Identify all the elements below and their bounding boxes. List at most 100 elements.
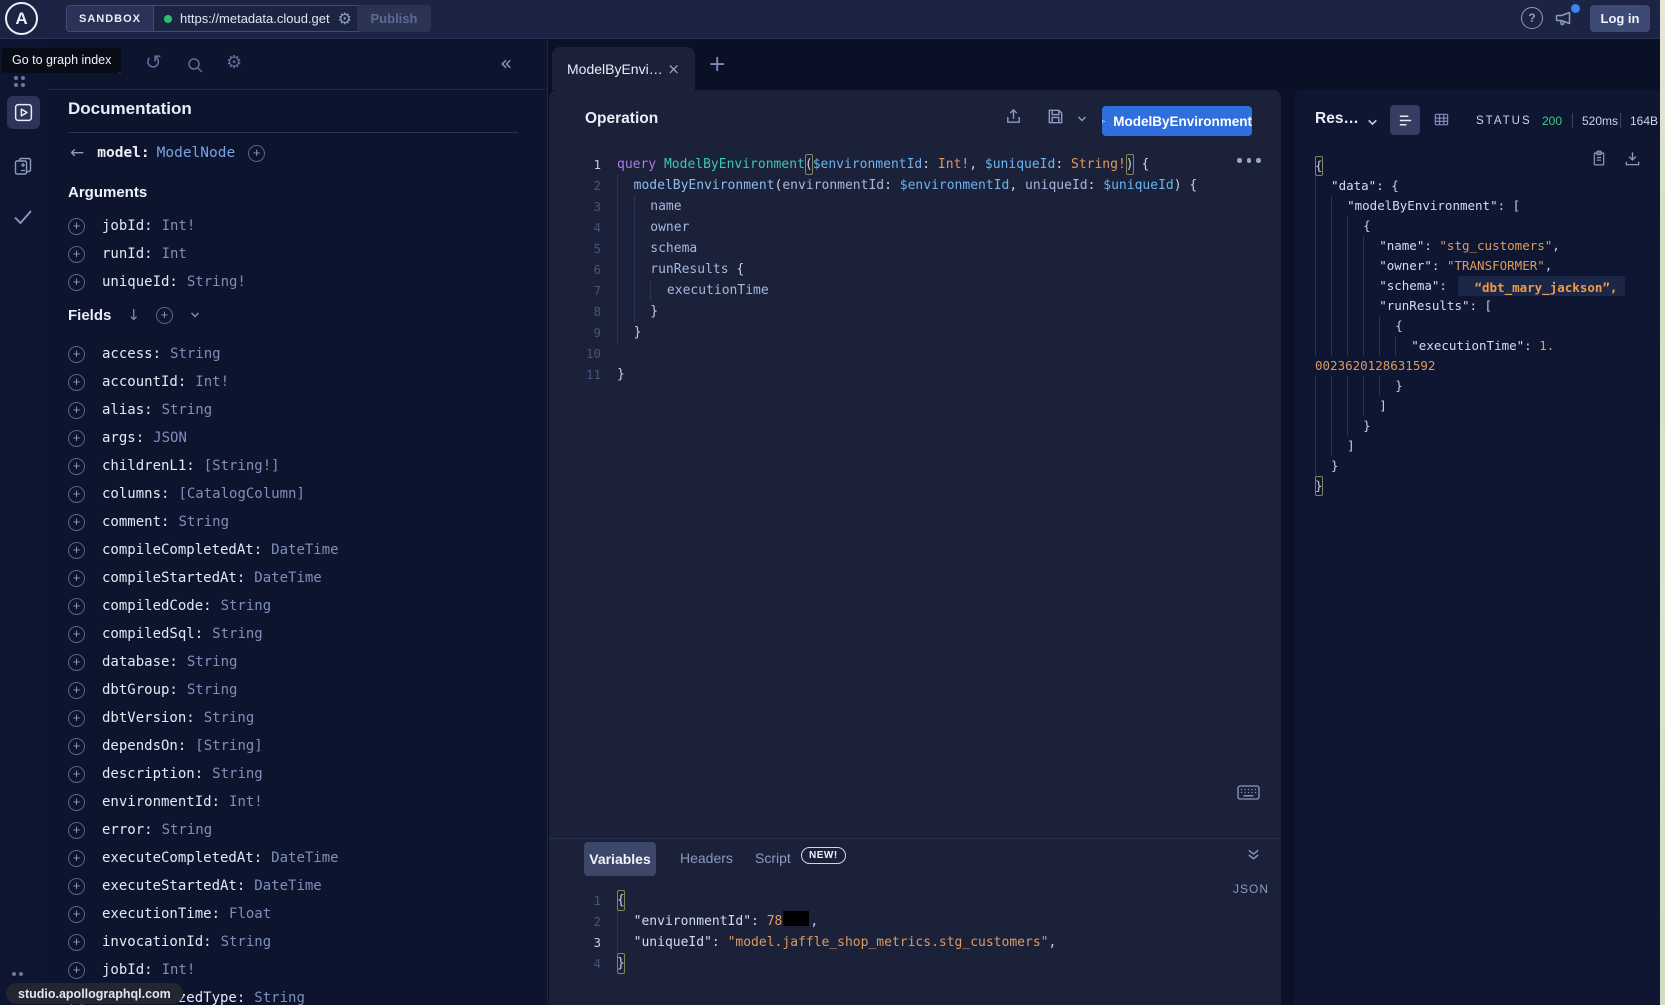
sidebar-item-explorer[interactable]: [7, 96, 40, 129]
endpoint-settings-gear-icon[interactable]: ⚙: [338, 9, 352, 28]
field-type[interactable]: DateTime: [254, 570, 321, 586]
add-type-icon[interactable]: +: [248, 145, 265, 162]
add-field-icon[interactable]: +: [68, 962, 85, 979]
field-name[interactable]: compiledCode:: [102, 598, 212, 614]
field-name[interactable]: args:: [102, 430, 144, 446]
add-field-icon[interactable]: +: [68, 218, 85, 235]
close-tab-icon[interactable]: ×: [667, 60, 680, 78]
field-type[interactable]: String: [212, 626, 263, 642]
tab-variables[interactable]: Variables: [584, 842, 656, 876]
endpoint-url[interactable]: https://metadata.cloud.get: [180, 11, 330, 26]
field-name[interactable]: dbtGroup:: [102, 682, 178, 698]
add-field-icon[interactable]: +: [68, 458, 85, 475]
graphql-editor[interactable]: 1query ModelByEnvironment($environmentId…: [549, 154, 1281, 385]
field-name[interactable]: alias:: [102, 402, 153, 418]
field-type[interactable]: String: [178, 514, 229, 530]
add-field-icon[interactable]: +: [68, 570, 85, 587]
field-type[interactable]: String: [162, 402, 213, 418]
field-type[interactable]: [String!]: [204, 458, 280, 474]
field-name[interactable]: childrenL1:: [102, 458, 195, 474]
field-type[interactable]: JSON: [153, 430, 187, 446]
response-dropdown-chevron-icon[interactable]: [1366, 116, 1379, 129]
add-field-icon[interactable]: +: [68, 374, 85, 391]
field-name[interactable]: error:: [102, 822, 153, 838]
field-name[interactable]: accountId:: [102, 374, 186, 390]
add-field-icon[interactable]: +: [68, 598, 85, 615]
apollo-logo[interactable]: A: [5, 2, 38, 35]
chevron-down-icon[interactable]: [189, 309, 201, 321]
add-field-icon[interactable]: +: [68, 346, 85, 363]
new-tab-icon[interactable]: +: [708, 52, 726, 77]
add-field-icon[interactable]: +: [68, 430, 85, 447]
table-view-toggle[interactable]: [1433, 111, 1450, 128]
field-name[interactable]: executeCompletedAt:: [102, 850, 262, 866]
field-type[interactable]: Int: [162, 246, 187, 262]
tab-script[interactable]: Script: [755, 850, 791, 866]
field-name[interactable]: jobId:: [102, 218, 153, 234]
field-type[interactable]: String: [204, 710, 255, 726]
add-field-icon[interactable]: +: [68, 486, 85, 503]
sidebar-item-schema[interactable]: [13, 156, 33, 176]
save-menu-chevron-icon[interactable]: [1076, 113, 1088, 125]
add-field-icon[interactable]: +: [68, 246, 85, 263]
search-icon[interactable]: [186, 56, 204, 74]
login-button[interactable]: Log in: [1590, 5, 1650, 32]
field-name[interactable]: description:: [102, 766, 203, 782]
keyboard-shortcuts-icon[interactable]: [1237, 785, 1260, 800]
collapse-panel-icon[interactable]: «: [500, 51, 512, 75]
collapse-variables-icon[interactable]: [1246, 847, 1261, 862]
tab-headers[interactable]: Headers: [680, 850, 733, 866]
editor-menu-dots-icon[interactable]: [1237, 158, 1261, 163]
field-name[interactable]: environmentId:: [102, 794, 220, 810]
copy-response-icon[interactable]: [1591, 150, 1607, 167]
add-field-icon[interactable]: +: [68, 682, 85, 699]
field-name[interactable]: compiledSql:: [102, 626, 203, 642]
back-arrow-icon[interactable]: ←: [70, 143, 84, 163]
history-icon[interactable]: ↺: [145, 50, 162, 74]
variables-editor[interactable]: 1{2"environmentId": 78 ,3"uniqueId": "mo…: [549, 890, 1281, 974]
field-type[interactable]: String: [162, 822, 213, 838]
field-type[interactable]: DateTime: [254, 878, 321, 894]
add-field-icon[interactable]: +: [68, 794, 85, 811]
breadcrumb-type[interactable]: ModelNode: [157, 145, 236, 161]
publish-button[interactable]: Publish: [357, 5, 431, 32]
field-name[interactable]: compileStartedAt:: [102, 570, 245, 586]
field-name[interactable]: dependsOn:: [102, 738, 186, 754]
field-type[interactable]: [String]: [195, 738, 262, 754]
sort-descending-icon[interactable]: ↓: [127, 306, 140, 324]
tree-view-toggle[interactable]: [1390, 105, 1420, 135]
add-field-icon[interactable]: +: [68, 822, 85, 839]
field-name[interactable]: executionTime:: [102, 906, 220, 922]
field-name[interactable]: jobId:: [102, 962, 153, 978]
add-field-icon[interactable]: +: [68, 274, 85, 291]
field-type[interactable]: String: [170, 346, 221, 362]
sidebar-item-checklist[interactable]: [12, 208, 34, 226]
field-type[interactable]: String: [254, 990, 305, 1005]
help-icon[interactable]: ?: [1521, 7, 1543, 29]
field-type[interactable]: Int!: [162, 962, 196, 978]
field-type[interactable]: [CatalogColumn]: [178, 486, 304, 502]
add-field-icon[interactable]: +: [68, 654, 85, 671]
save-icon[interactable]: [1046, 107, 1065, 126]
field-type[interactable]: String: [187, 654, 238, 670]
settings-gear-icon[interactable]: ⚙: [226, 52, 242, 73]
share-icon[interactable]: [1004, 107, 1023, 126]
graph-index-icon[interactable]: [14, 76, 25, 87]
add-field-icon[interactable]: +: [68, 738, 85, 755]
field-name[interactable]: runId:: [102, 246, 153, 262]
announcements-megaphone-icon[interactable]: [1553, 8, 1573, 28]
field-type[interactable]: String: [221, 934, 272, 950]
add-field-icon[interactable]: +: [68, 402, 85, 419]
add-field-icon[interactable]: +: [68, 906, 85, 923]
field-name[interactable]: executeStartedAt:: [102, 878, 245, 894]
add-field-icon[interactable]: +: [68, 626, 85, 643]
field-type[interactable]: Int!: [195, 374, 229, 390]
add-field-icon[interactable]: +: [68, 542, 85, 559]
field-type[interactable]: String: [187, 682, 238, 698]
field-type[interactable]: Float: [229, 906, 271, 922]
add-field-icon[interactable]: +: [68, 878, 85, 895]
field-name[interactable]: dbtVersion:: [102, 710, 195, 726]
run-operation-button[interactable]: ModelByEnvironment: [1102, 106, 1252, 136]
field-type[interactable]: Int!: [229, 794, 263, 810]
field-name[interactable]: comment:: [102, 514, 169, 530]
